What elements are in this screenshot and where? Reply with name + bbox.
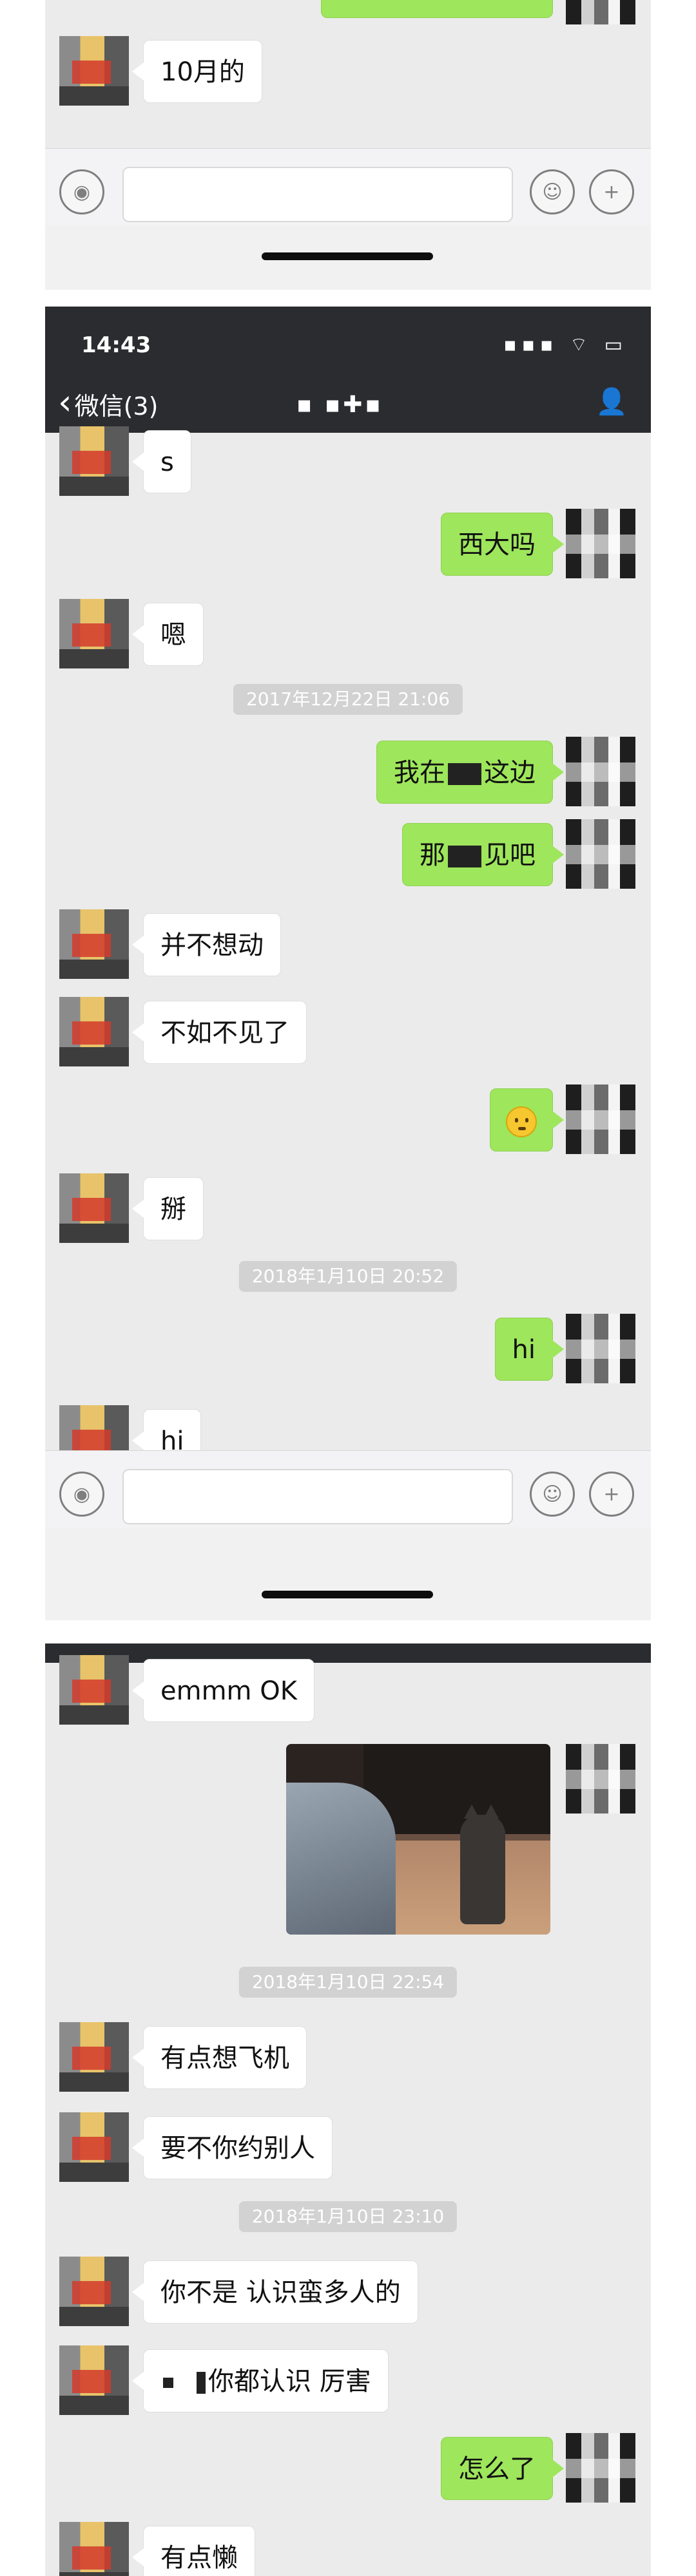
chevron-left-icon: ‹ — [58, 381, 72, 422]
smiley-emoji-icon — [506, 1106, 537, 1137]
input-bar: ◉ ☺ + — [45, 1450, 651, 1528]
avatar[interactable] — [566, 509, 635, 578]
avatar[interactable] — [566, 1314, 635, 1383]
message-list[interactable]: 10月的 — [45, 0, 651, 148]
cropped-message-bubble — [321, 0, 553, 18]
message-bubble[interactable]: 你不是 认识蛮多人的 — [132, 2260, 418, 2324]
message-bubble[interactable]: emmm OK — [132, 1659, 314, 1722]
person-icon[interactable]: 👤 — [595, 386, 628, 417]
back-label: 微信(3) — [74, 392, 159, 421]
home-indicator[interactable] — [262, 252, 433, 260]
message-bubble[interactable]: 怎么了 — [441, 2437, 564, 2500]
message-bubble[interactable]: 那见吧 — [402, 823, 564, 886]
plus-icon[interactable]: + — [589, 1472, 634, 1517]
message-bubble[interactable]: 10月的 — [132, 40, 262, 103]
avatar[interactable] — [59, 36, 129, 106]
avatar[interactable] — [59, 2257, 129, 2326]
message-list[interactable]: emmm OK 2018年1月10日 22:54 有点想飞机 要不你约别人 20… — [45, 1655, 651, 2576]
message-bubble[interactable]: 有点懒 — [132, 2526, 255, 2576]
redaction — [197, 2372, 206, 2394]
avatar[interactable] — [59, 2022, 129, 2092]
message-bubble[interactable]: 西大吗 — [441, 513, 564, 576]
message-bubble[interactable]: 掰 — [132, 1177, 204, 1240]
message-list[interactable]: s 西大吗 嗯 2017年12月22日 21:06 我在 这边 那见吧 并不想动 … — [45, 426, 651, 1475]
emoji-icon[interactable]: ☺ — [530, 169, 575, 214]
message-bubble[interactable]: 有点想飞机 — [132, 2026, 307, 2089]
message-bubble[interactable] — [490, 1088, 564, 1151]
message-input[interactable] — [122, 167, 513, 222]
avatar[interactable] — [59, 426, 129, 496]
timestamp: 2018年1月10日 20:52 — [238, 1261, 458, 1292]
avatar[interactable] — [59, 2522, 129, 2576]
chat-screen-1: 10月的 ◉ ☺ + — [45, 0, 651, 290]
photo-message[interactable] — [286, 1744, 550, 1935]
message-bubble[interactable]: 不如不见了 — [132, 1001, 307, 1064]
avatar[interactable] — [59, 2345, 129, 2415]
timestamp: 2018年1月10日 23:10 — [238, 2201, 458, 2232]
avatar[interactable] — [59, 997, 129, 1066]
avatar[interactable] — [59, 1173, 129, 1243]
message-input[interactable] — [122, 1469, 513, 1524]
message-bubble[interactable]: 并不想动 — [132, 913, 281, 976]
avatar[interactable] — [566, 1084, 635, 1154]
avatar[interactable] — [59, 2112, 129, 2182]
avatar[interactable] — [566, 0, 635, 24]
avatar[interactable] — [566, 2433, 635, 2503]
cat-image — [460, 1804, 505, 1924]
timestamp: 2018年1月10日 22:54 — [238, 1967, 458, 1998]
message-bubble[interactable]: 我在 这边 — [376, 741, 564, 804]
status-bar: 14:43 ▪▪▪ ⌔ ▭ — [45, 307, 651, 375]
plus-icon[interactable]: + — [589, 169, 634, 214]
voice-icon[interactable]: ◉ — [59, 169, 104, 214]
message-bubble[interactable]: 你都认识 厉害 — [132, 2349, 389, 2412]
back-button[interactable]: ‹ 微信(3) — [58, 381, 159, 422]
message-bubble[interactable]: 嗯 — [132, 603, 204, 666]
chat-title: ▪ ▪✚▪ — [296, 392, 383, 418]
avatar[interactable] — [566, 737, 635, 806]
redaction — [448, 763, 481, 785]
nav-bar: ‹ 微信(3) ▪ ▪✚▪ 👤 — [45, 375, 651, 433]
chat-screen-3: emmm OK 2018年1月10日 22:54 有点想飞机 要不你约别人 20… — [45, 1643, 651, 2576]
avatar[interactable] — [566, 819, 635, 889]
status-time: 14:43 — [81, 332, 151, 358]
redaction — [163, 2378, 173, 2388]
status-icons: ▪▪▪ ⌔ ▭ — [503, 334, 628, 356]
voice-icon[interactable]: ◉ — [59, 1472, 104, 1517]
message-bubble[interactable]: 要不你约别人 — [132, 2116, 333, 2179]
emoji-icon[interactable]: ☺ — [530, 1472, 575, 1517]
chat-screen-2: 14:43 ▪▪▪ ⌔ ▭ ‹ 微信(3) ▪ ▪✚▪ 👤 s 西大吗 嗯 20… — [45, 307, 651, 1620]
message-bubble[interactable]: s — [132, 430, 191, 493]
redaction — [448, 846, 481, 867]
input-bar: ◉ ☺ + — [45, 148, 651, 225]
avatar[interactable] — [59, 599, 129, 668]
nav-bar-edge — [45, 1643, 651, 1663]
message-bubble[interactable]: hi — [494, 1318, 565, 1381]
home-indicator[interactable] — [262, 1591, 433, 1598]
timestamp: 2017年12月22日 21:06 — [233, 684, 463, 715]
avatar[interactable] — [566, 1744, 635, 1814]
avatar[interactable] — [59, 1655, 129, 1725]
avatar[interactable] — [59, 909, 129, 979]
